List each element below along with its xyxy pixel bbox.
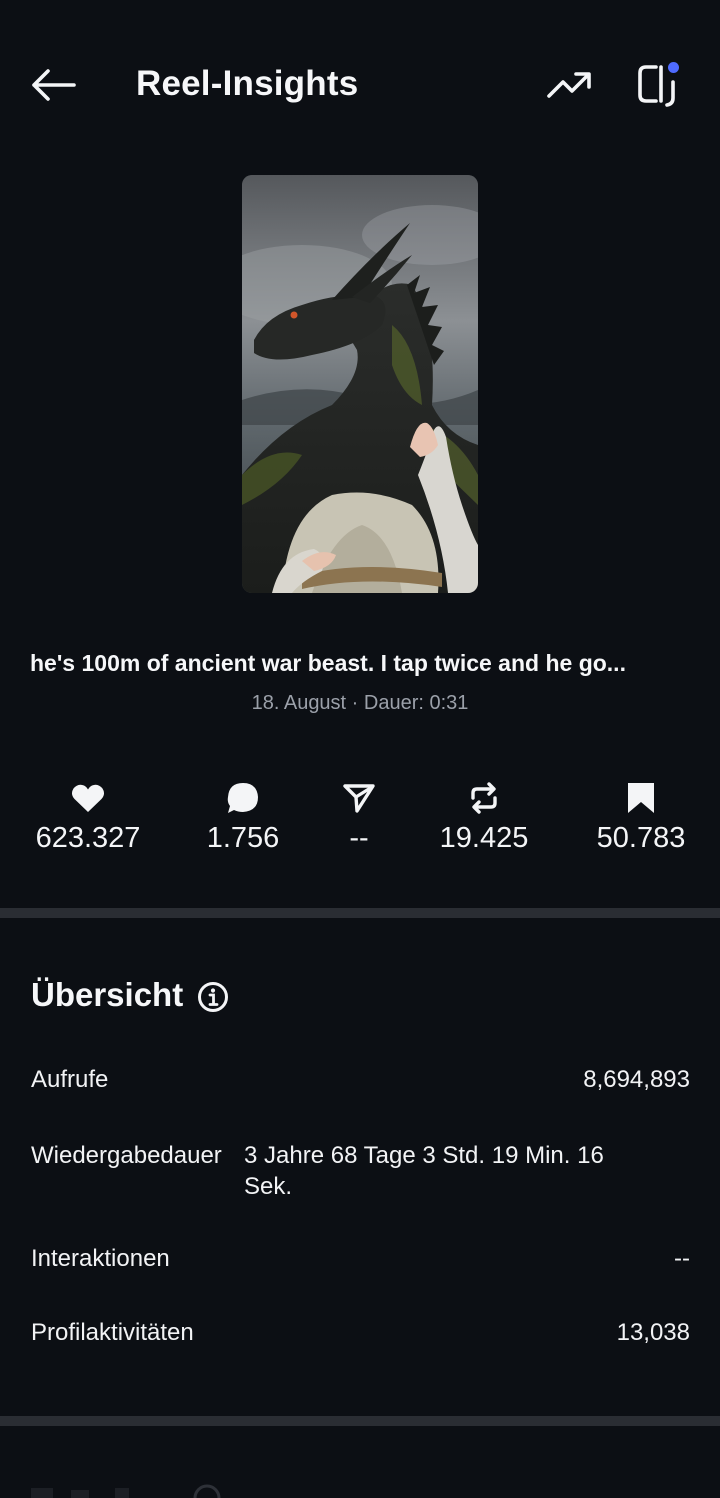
threads-button[interactable] (632, 58, 688, 110)
reel-thumbnail[interactable] (242, 175, 478, 593)
watch-time-value: 3 Jahre 68 Tage 3 Std. 19 Min. 16 Sek. (244, 1142, 604, 1200)
stat-saves: 50.783 (561, 778, 720, 855)
views-label: Aufrufe (31, 1066, 109, 1093)
section-divider (0, 1416, 720, 1426)
repost-icon (471, 782, 497, 814)
watch-time-label: Wiedergabedauer (31, 1142, 222, 1169)
profile-activity-value: 13,038 (616, 1319, 690, 1346)
stat-likes: 623.327 (8, 778, 168, 855)
threads-icon (638, 65, 675, 107)
interactions-value: -- (674, 1245, 690, 1272)
stat-reposts: 19.425 (404, 778, 564, 855)
bookmark-icon (628, 783, 654, 813)
send-icon (343, 784, 375, 813)
notification-dot (668, 62, 679, 73)
trends-button[interactable] (540, 62, 598, 108)
profile-activity-label: Profilaktivitäten (31, 1319, 194, 1346)
dragon-image (242, 175, 478, 593)
section-divider (0, 908, 720, 918)
interactions-label: Interaktionen (31, 1245, 170, 1272)
info-icon (198, 982, 228, 1012)
header-bar: Reel-Insights (0, 40, 720, 130)
back-button[interactable] (26, 62, 80, 108)
reposts-count: 19.425 (439, 822, 529, 854)
trending-up-icon (547, 72, 591, 98)
views-value: 8,694,893 (583, 1066, 690, 1093)
overview-info-button[interactable] (196, 980, 230, 1014)
reel-meta: 18. August · Dauer: 0:31 (251, 692, 469, 714)
next-section-peek (31, 1478, 231, 1498)
heart-icon (71, 784, 105, 812)
reel-caption: he's 100m of ancient war beast. I tap tw… (30, 650, 626, 676)
saves-count: 50.783 (596, 822, 686, 854)
comment-icon (227, 783, 258, 813)
page-title: Reel-Insights (136, 64, 359, 103)
arrow-left-icon (32, 69, 76, 101)
likes-count: 623.327 (35, 822, 141, 854)
overview-title: Übersicht (31, 976, 184, 1013)
